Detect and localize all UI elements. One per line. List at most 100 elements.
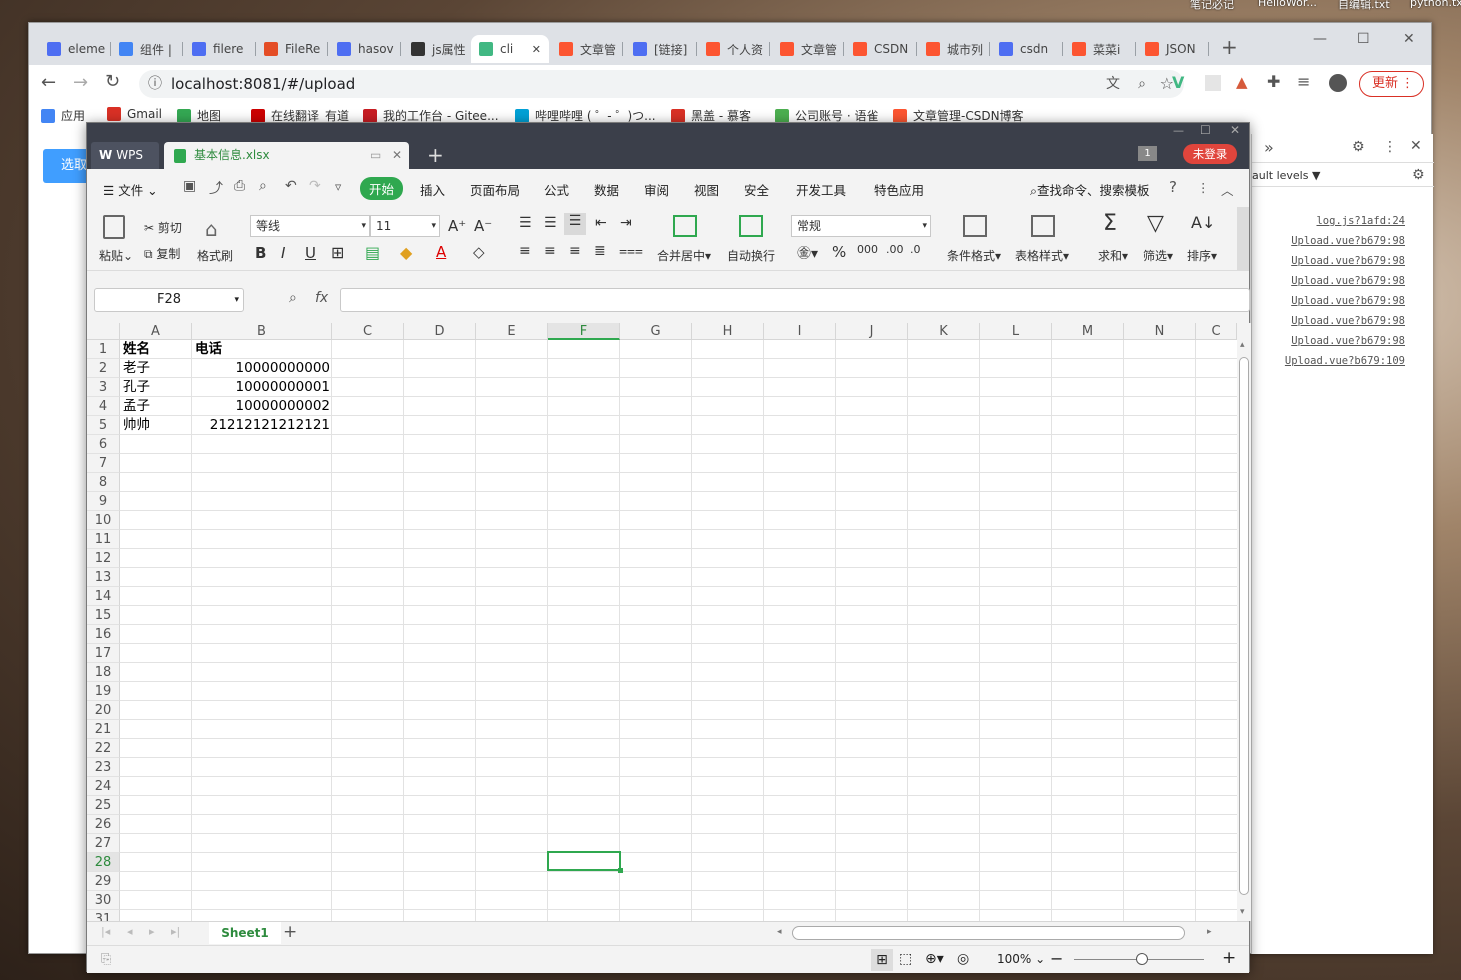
browser-tab[interactable]: csdn	[991, 35, 1063, 63]
font-color-icon[interactable]: A	[436, 243, 446, 261]
menu-special-apps[interactable]: 特色应用	[874, 180, 924, 199]
quick-access-dropdown-icon[interactable]: ▿	[335, 179, 341, 194]
scroll-right-icon[interactable]: ▸	[1207, 927, 1212, 937]
menu-page-layout[interactable]: 页面布局	[470, 180, 520, 199]
sort-icon[interactable]: A↓	[1191, 213, 1215, 232]
menu-developer[interactable]: 开发工具	[796, 180, 846, 199]
update-button[interactable]: 更新 ⋮	[1359, 71, 1424, 97]
browser-tab[interactable]: CSDN	[845, 35, 917, 63]
column-header[interactable]: H	[692, 323, 764, 340]
more-icon[interactable]: ⋮	[1383, 139, 1397, 155]
desktop-file-label[interactable]: 自编辑.txt	[1338, 0, 1390, 12]
browser-tab[interactable]: [链接]	[625, 35, 697, 63]
column-header[interactable]: D	[404, 323, 476, 340]
align-top-icon[interactable]: ☰	[519, 215, 532, 231]
browser-tab[interactable]: 个人资	[698, 35, 770, 63]
row-header[interactable]: 9	[87, 492, 120, 511]
save-icon[interactable]: ▣	[183, 178, 196, 194]
browser-tab[interactable]: FileRe	[256, 35, 328, 63]
menu-formulas[interactable]: 公式	[544, 180, 569, 199]
normal-view-icon[interactable]: ⊞	[871, 949, 893, 971]
new-tab-icon[interactable]: +	[1221, 35, 1238, 59]
back-icon[interactable]: ←	[41, 72, 56, 93]
paste-icon[interactable]	[103, 215, 125, 239]
eye-protection-icon[interactable]: ◎	[957, 951, 969, 967]
bookmark-item[interactable]: 应用	[41, 107, 85, 124]
browser-tab[interactable]: 菜菜i	[1064, 35, 1136, 63]
format-painter-icon[interactable]: ⌂	[205, 217, 218, 241]
vertical-scrollbar[interactable]: ▴ ▾	[1237, 323, 1251, 921]
column-header[interactable]: C	[332, 323, 404, 340]
minimize-icon[interactable]: —	[1173, 124, 1184, 137]
row-header[interactable]: 30	[87, 891, 120, 910]
browser-tab[interactable]: eleme	[39, 35, 111, 63]
sheet-nav-prev-icon[interactable]: ◂	[127, 925, 133, 938]
desktop-file-label[interactable]: HelloWor...	[1258, 0, 1317, 9]
increase-indent-icon[interactable]: ⇥	[620, 215, 632, 231]
row-header[interactable]: 1	[87, 340, 120, 359]
info-icon[interactable]: ⓘ	[148, 70, 162, 98]
formula-input[interactable]	[340, 288, 1250, 312]
justify-icon[interactable]: ≣	[594, 243, 606, 259]
wrap-text-icon[interactable]	[739, 215, 763, 237]
row-header[interactable]: 24	[87, 777, 120, 796]
browser-tab[interactable]: hasov	[329, 35, 401, 63]
paste-button[interactable]: 粘贴⌄	[99, 247, 133, 264]
menu-data[interactable]: 数据	[594, 180, 619, 199]
italic-icon[interactable]: I	[281, 244, 285, 262]
media-icon[interactable]: ≡	[1297, 72, 1310, 91]
fill-handle[interactable]	[618, 868, 623, 873]
decrease-font-icon[interactable]: A⁻	[474, 217, 492, 235]
brave-icon[interactable]: ▲	[1236, 73, 1248, 91]
decrease-indent-icon[interactable]: ⇤	[595, 215, 607, 231]
copy-button[interactable]: ⧉ 复制	[144, 245, 180, 262]
merge-center-button[interactable]: 合并居中▾	[657, 247, 711, 264]
page-layout-view-icon[interactable]: ⊕▾	[925, 951, 944, 967]
sort-button[interactable]: 排序▾	[1187, 247, 1217, 264]
column-header[interactable]: K	[908, 323, 980, 340]
menu-security[interactable]: 安全	[744, 180, 769, 199]
column-header[interactable]: L	[980, 323, 1052, 340]
row-header[interactable]: 3	[87, 378, 120, 397]
row-header[interactable]: 20	[87, 701, 120, 720]
zoom-in-icon[interactable]: +	[1222, 948, 1236, 968]
column-header[interactable]: J	[836, 323, 908, 340]
column-header[interactable]: G	[620, 323, 692, 340]
sum-button[interactable]: 求和▾	[1098, 247, 1128, 264]
scroll-up-icon[interactable]: ▴	[1240, 340, 1245, 350]
menu-review[interactable]: 审阅	[644, 180, 669, 199]
browser-tab[interactable]: 城市列	[918, 35, 990, 63]
clear-format-icon[interactable]: ◇	[473, 243, 485, 261]
browser-tab[interactable]: cli ✕	[471, 35, 549, 63]
sum-icon[interactable]: Σ	[1103, 211, 1117, 236]
console-source-link[interactable]: Upload.vue?b679:98	[1291, 295, 1405, 307]
filter-icon[interactable]: ▽	[1147, 211, 1164, 236]
cell-name[interactable]: 老子	[123, 359, 150, 378]
row-header[interactable]: 2	[87, 359, 120, 378]
chevron-right-icon[interactable]: »	[1264, 138, 1274, 157]
horizontal-scroll-thumb[interactable]	[792, 926, 1185, 940]
menu-home[interactable]: 开始	[360, 177, 404, 200]
row-header[interactable]: 7	[87, 454, 120, 473]
cell-header-name[interactable]: 姓名	[123, 340, 150, 359]
font-size-select[interactable]: 11 ▾	[370, 215, 440, 237]
row-header[interactable]: 23	[87, 758, 120, 777]
currency-icon[interactable]: ㊎▾	[797, 243, 818, 263]
row-header[interactable]: 8	[87, 473, 120, 492]
table-style-button[interactable]: 表格样式▾	[1015, 247, 1069, 264]
table-style-icon[interactable]	[1031, 215, 1055, 237]
bold-icon[interactable]: B	[255, 244, 266, 262]
console-source-link[interactable]: Upload.vue?b679:98	[1291, 275, 1405, 287]
vue-devtools-icon[interactable]: V	[1172, 73, 1184, 92]
close-icon[interactable]: ✕	[1230, 123, 1240, 137]
bookmark-item[interactable]: Gmail	[107, 107, 162, 121]
sheet-nav-next-icon[interactable]: ▸	[149, 925, 155, 938]
row-header[interactable]: 28	[87, 853, 120, 872]
page-break-view-icon[interactable]: ⬚	[899, 951, 912, 967]
pin-icon[interactable]: ▭	[370, 142, 381, 169]
fill-color-icon[interactable]: ▤	[365, 243, 380, 262]
add-sheet-icon[interactable]: +	[283, 922, 297, 942]
align-right-icon[interactable]: ≡	[569, 243, 581, 259]
sheet-nav-first-icon[interactable]: |◂	[101, 925, 110, 938]
minimize-icon[interactable]: —	[1313, 31, 1327, 47]
